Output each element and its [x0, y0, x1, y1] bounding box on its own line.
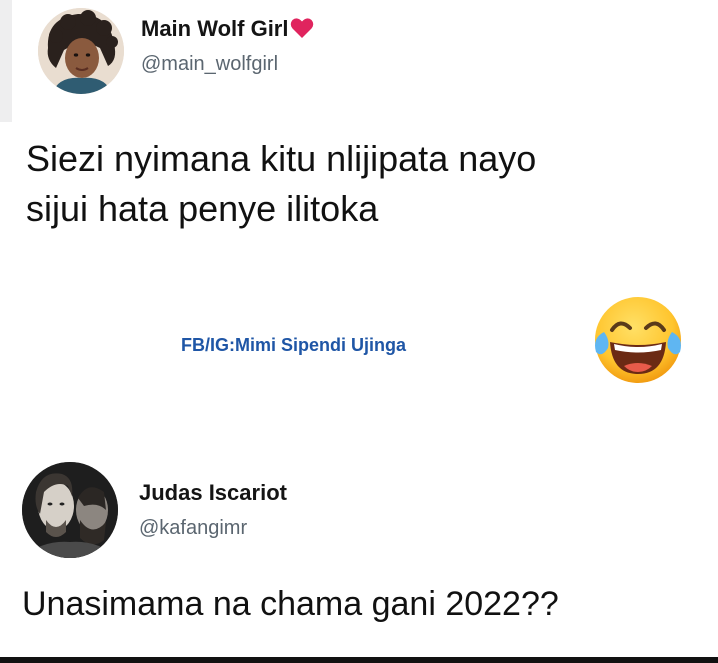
- user-handle[interactable]: @kafangimr: [139, 517, 247, 540]
- tweet-text-line-1: Siezi nyimana kitu nlijipata nayo: [26, 138, 537, 179]
- watermark: FB/IG:Mimi Sipendi Ujinga: [181, 335, 406, 355]
- tweet-2: [0, 440, 718, 663]
- bottom-divider: [0, 657, 718, 663]
- display-name[interactable]: Main Wolf Girl: [141, 16, 314, 45]
- user-handle[interactable]: @main_wolfgirl: [141, 53, 278, 76]
- display-name[interactable]: Judas Iscariot: [139, 480, 287, 506]
- tweet-1: Main Wolf Girl @main_wolfgirl Siezi nyim…: [0, 0, 718, 440]
- tweet-text-line-2: sijui hata penye ilitoka: [26, 188, 379, 229]
- avatar-image: [22, 462, 118, 558]
- avatar[interactable]: [22, 462, 118, 558]
- tweet-text: Siezi nyimana kitu nlijipata nayo sijui …: [26, 134, 716, 234]
- avatar[interactable]: [38, 8, 124, 94]
- display-name-text: Main Wolf Girl: [141, 16, 289, 41]
- avatar-image: [38, 8, 124, 94]
- face-with-tears-of-joy-icon: [590, 292, 686, 388]
- red-heart-icon: [290, 17, 314, 45]
- tweet-text: Unasimama na chama gani 2022??: [22, 585, 559, 623]
